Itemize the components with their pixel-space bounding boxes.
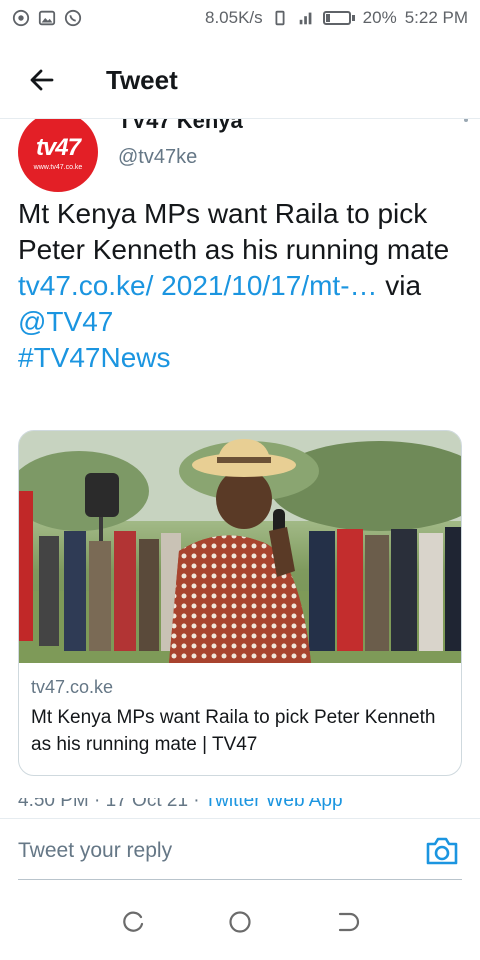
home-button[interactable] <box>220 902 260 942</box>
recents-icon <box>123 911 144 932</box>
network-speed: 8.05K/s <box>205 8 263 27</box>
reply-underline <box>18 879 462 880</box>
tweet-body: Mt Kenya MPs want Raila to pick Peter Ke… <box>18 198 450 265</box>
tweet-text: Mt Kenya MPs want Raila to pick Peter Ke… <box>18 196 464 376</box>
back-nav-icon <box>338 912 359 932</box>
header-divider <box>0 118 480 119</box>
battery-percent: 20% <box>362 8 397 27</box>
page-title: Tweet <box>106 64 178 95</box>
reply-bar: Tweet your reply <box>0 818 480 884</box>
tweet-via: via <box>377 270 422 301</box>
whatsapp-icon <box>64 9 82 27</box>
avatar-url: www.tv47.co.ke <box>33 163 83 171</box>
signal-icon <box>299 12 312 25</box>
reply-input[interactable]: Tweet your reply <box>18 839 172 863</box>
app-bar: Tweet <box>0 44 480 116</box>
camera-icon[interactable] <box>424 833 460 869</box>
rally-photo <box>19 431 461 663</box>
card-domain: tv47.co.ke <box>31 677 114 697</box>
avatar[interactable]: tv47 www.tv47.co.ke <box>18 112 98 192</box>
recent-apps-button[interactable] <box>113 902 153 942</box>
vibrate-icon <box>275 10 285 26</box>
clock: 5:22 PM <box>404 8 468 27</box>
chrome-icon <box>12 9 30 27</box>
user-handle[interactable]: @tv47ke <box>118 146 197 169</box>
card-title: Mt Kenya MPs want Raila to pick Peter Ke… <box>31 707 436 755</box>
gallery-icon <box>38 10 56 26</box>
hashtag-link[interactable]: #TV47News <box>18 342 171 373</box>
status-bar: 8.05K/s 20% 5:22 PM <box>0 0 480 36</box>
system-nav-bar <box>0 884 480 960</box>
tweet-source[interactable]: Twitter Web App <box>205 798 343 811</box>
tweet-timestamp: 4:50 PM · 17 Oct 21 · Twitter Web App <box>18 798 343 812</box>
timestamp-text: 4:50 PM · 17 Oct 21 · <box>18 798 205 811</box>
arrow-left-icon <box>30 69 54 91</box>
link-card[interactable]: tv47.co.ke Mt Kenya MPs want Raila to pi… <box>18 430 462 776</box>
mention-link[interactable]: @TV47 <box>18 306 113 337</box>
back-button[interactable] <box>18 56 66 104</box>
home-icon <box>229 911 251 933</box>
avatar-logo: tv47 <box>35 133 81 161</box>
tweet-link[interactable]: tv47.co.ke/ 2021/10/17/mt-… <box>18 270 378 301</box>
back-nav-button[interactable] <box>327 902 367 942</box>
card-image[interactable] <box>19 431 461 663</box>
battery-icon <box>322 11 355 25</box>
